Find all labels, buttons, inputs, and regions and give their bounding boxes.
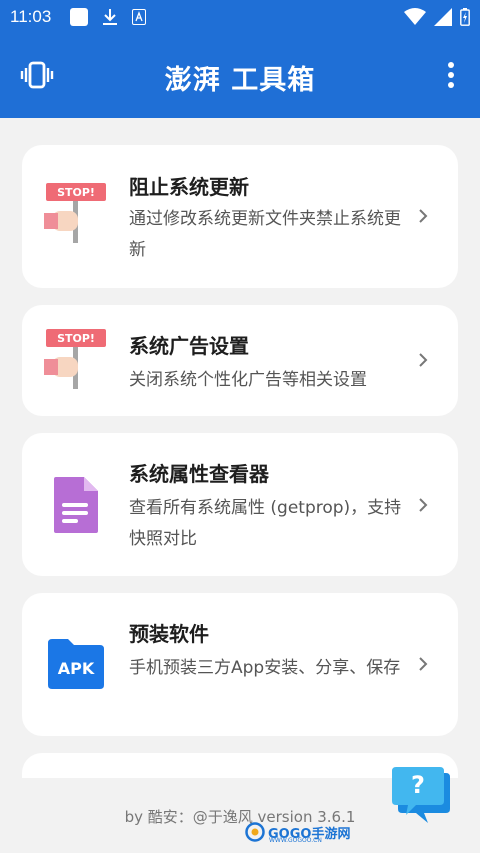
help-question-mark: ?	[411, 771, 425, 799]
site-watermark: GOGO手游网 WWW.GOGOO.CN	[245, 822, 350, 844]
download-icon	[103, 9, 117, 25]
stop-sign-icon: STOP!	[44, 183, 106, 243]
gogo-logo-icon	[245, 822, 265, 842]
font-app-icon	[132, 9, 146, 25]
card-preinstalled-apps[interactable]: APK 预装软件 手机预装三方App安装、分享、保存	[22, 593, 458, 736]
chevron-right-icon	[419, 657, 428, 671]
chevron-right-icon	[419, 209, 428, 223]
chevron-right-icon	[419, 353, 428, 367]
watermark-url: WWW.GOGOO.CN	[269, 837, 322, 844]
card-description: 关闭系统个性化广告等相关设置	[129, 370, 367, 390]
card-prop-viewer[interactable]: 系统属性查看器 查看所有系统属性 (getprop)，支持快照对比	[22, 433, 458, 576]
card-title: 系统属性查看器	[129, 462, 269, 486]
notification-icons	[70, 8, 146, 26]
apk-folder-icon: APK	[44, 637, 108, 701]
chevron-right-icon	[419, 498, 428, 512]
card-title: 阻止系统更新	[129, 175, 249, 199]
help-button[interactable]: ?	[390, 765, 452, 825]
notification-app-icon	[70, 8, 88, 26]
svg-text:STOP!: STOP!	[57, 332, 95, 345]
battery-charging-icon	[460, 8, 470, 26]
card-description: 查看所有系统属性 (getprop)，支持快照对比	[129, 498, 402, 549]
status-time: 11:03	[10, 7, 52, 26]
system-status-icons	[404, 8, 470, 26]
card-title: 系统广告设置	[129, 334, 249, 358]
signal-icon	[434, 8, 452, 26]
apk-badge-label: APK	[57, 659, 95, 678]
wifi-icon	[404, 8, 426, 25]
card-ad-settings[interactable]: STOP! 系统广告设置 关闭系统个性化广告等相关设置	[22, 305, 458, 416]
card-description: 通过修改系统更新文件夹禁止系统更新	[129, 209, 401, 260]
document-icon	[54, 477, 98, 533]
app-title: 澎湃 工具箱	[164, 65, 316, 96]
more-options-icon[interactable]	[448, 62, 454, 88]
card-title: 预装软件	[129, 622, 209, 646]
card-block-system-update[interactable]: STOP! 阻止系统更新 通过修改系统更新文件夹禁止系统更新	[22, 145, 458, 288]
stop-sign-icon: STOP!	[44, 329, 106, 389]
status-bar: 11:03	[0, 0, 480, 34]
card-description: 手机预装三方App安装、分享、保存	[129, 658, 401, 678]
app-bar: 澎湃 工具箱	[0, 34, 480, 118]
svg-text:STOP!: STOP!	[57, 186, 95, 199]
